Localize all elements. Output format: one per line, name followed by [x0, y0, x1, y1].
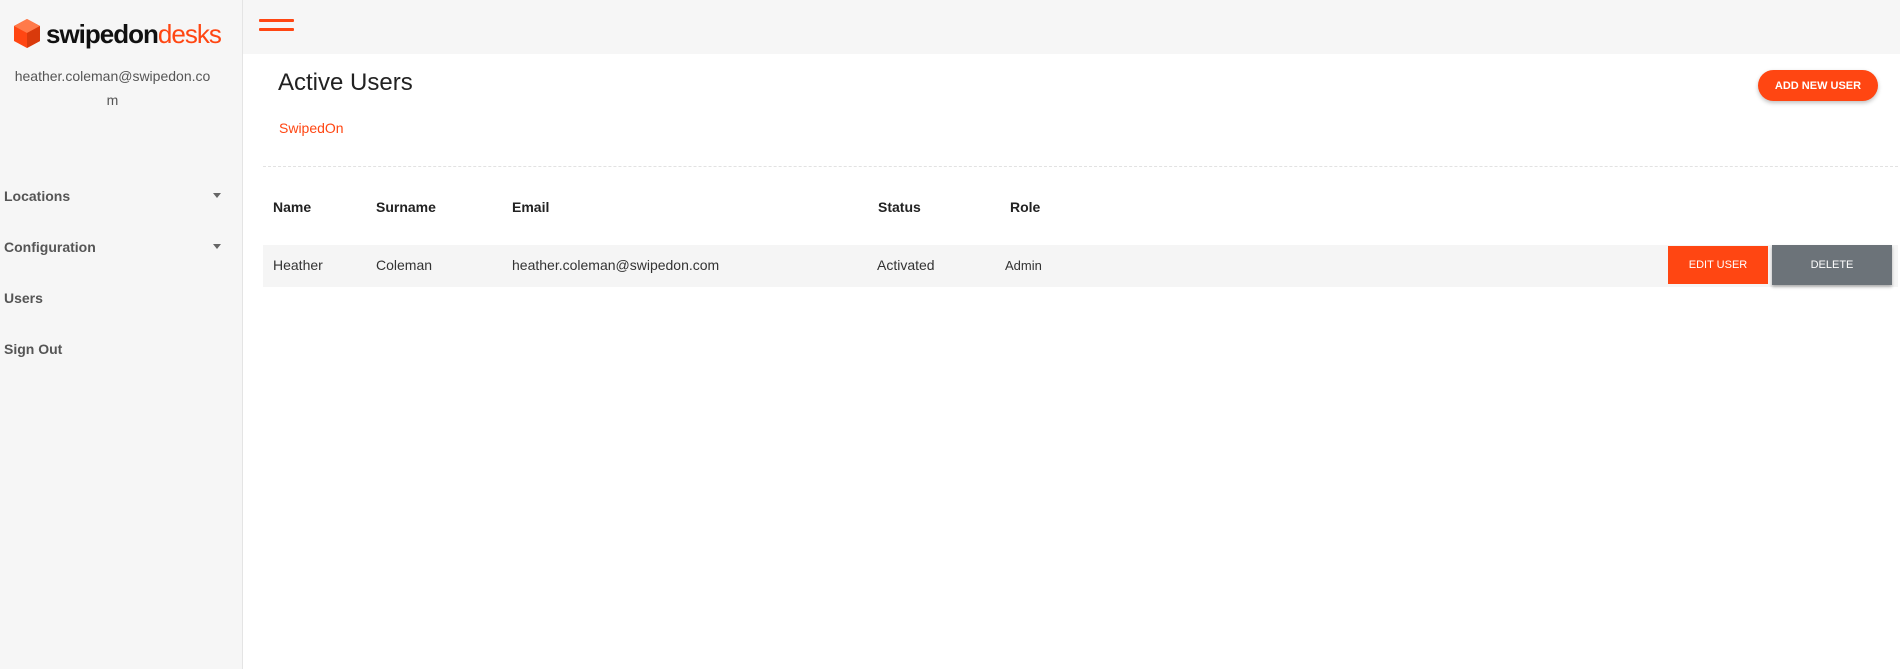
sidebar-nav: Locations Configuration Users Sign Out	[0, 170, 242, 374]
column-header-name[interactable]: Name	[273, 199, 311, 215]
current-user-email: heather.coleman@swipedon.com	[14, 68, 211, 108]
brand-wordmark-part1: swipedon	[46, 18, 159, 49]
sidebar-item-locations[interactable]: Locations	[0, 170, 242, 221]
sidebar-item-label: Sign Out	[4, 340, 63, 357]
hamburger-icon[interactable]	[259, 19, 294, 35]
table-header: Name Surname Email Status Role	[263, 184, 1898, 239]
column-header-surname[interactable]: Surname	[376, 199, 436, 215]
cell-status: Activated	[877, 257, 935, 273]
caret-down-icon	[213, 244, 221, 249]
cell-name: Heather	[273, 257, 323, 273]
sidebar-item-users[interactable]: Users	[0, 272, 242, 323]
table-row: Heather Coleman heather.coleman@swipedon…	[263, 245, 1898, 287]
top-bar	[243, 0, 1900, 54]
page-title: Active Users	[278, 69, 413, 96]
sidebar: swipedondesks heather.coleman@swipedon.c…	[0, 0, 243, 669]
column-header-status[interactable]: Status	[878, 199, 921, 215]
sidebar-item-sign-out[interactable]: Sign Out	[0, 323, 242, 374]
column-header-email[interactable]: Email	[512, 199, 549, 215]
brand-wordmark: swipedondesks	[46, 18, 222, 49]
brand-logo[interactable]: swipedondesks	[12, 18, 222, 49]
cell-role: Admin	[1005, 258, 1042, 273]
organization-link[interactable]: SwipedOn	[279, 120, 344, 136]
cell-surname: Coleman	[376, 257, 433, 273]
swipedon-logo-icon	[14, 19, 40, 48]
users-table: Name Surname Email Status Role Heather C…	[263, 184, 1898, 287]
brand-wordmark-part2: desks	[157, 18, 222, 49]
divider	[263, 166, 1898, 167]
delete-user-button[interactable]: DELETE	[1772, 245, 1892, 285]
sidebar-item-label: Configuration	[4, 238, 96, 255]
sidebar-item-label: Users	[4, 289, 43, 306]
sidebar-item-configuration[interactable]: Configuration	[0, 221, 242, 272]
column-header-role[interactable]: Role	[1010, 199, 1040, 215]
main-content: Active Users SwipedOn ADD NEW USER Name …	[243, 54, 1900, 669]
caret-down-icon	[213, 193, 221, 198]
sidebar-item-label: Locations	[4, 187, 71, 204]
edit-user-button[interactable]: EDIT USER	[1668, 246, 1768, 284]
cell-email: heather.coleman@swipedon.com	[512, 257, 720, 273]
add-new-user-button[interactable]: ADD NEW USER	[1758, 70, 1878, 101]
